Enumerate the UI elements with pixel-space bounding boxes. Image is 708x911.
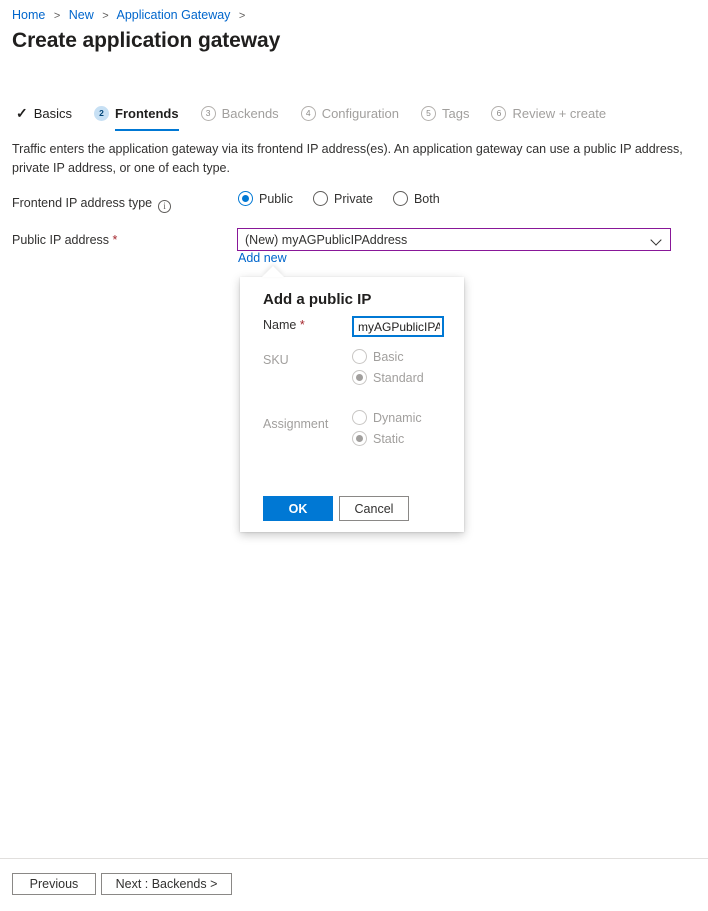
tab-label: Backends [221,105,279,121]
sku-label: SKU [263,353,289,367]
name-input[interactable] [352,316,444,337]
tab-frontends[interactable]: 2 Frontends [94,101,179,131]
page-title: Create application gateway [12,29,281,52]
radio-sku-standard: Standard [352,370,424,385]
assignment-radio-group: Dynamic Static [352,410,422,452]
previous-button[interactable]: Previous [12,873,96,895]
radio-sku-basic: Basic [352,349,424,364]
tab-label: Frontends [115,105,179,121]
tab-tags[interactable]: 5 Tags [421,101,469,127]
step-number-badge: 5 [421,105,437,121]
next-backends-button[interactable]: Next : Backends > [101,873,232,895]
radio-label: Dynamic [373,410,422,425]
radio-assignment-dynamic: Dynamic [352,410,422,425]
radio-public[interactable]: Public [238,191,293,206]
step-number-badge: 3 [200,105,216,121]
radio-dot-icon [392,191,408,206]
sku-radio-group: Basic Standard [352,349,424,391]
name-field-label-text: Name [263,318,297,332]
frontend-ip-type-label-text: Frontend IP address type [12,196,153,210]
assignment-label: Assignment [263,417,329,431]
callout-title: Add a public IP [263,291,372,308]
callout-arrow [262,266,284,277]
radio-label: Standard [373,370,424,385]
public-ip-address-label: Public IP address * [12,233,117,247]
public-ip-address-selected-value: (New) myAGPublicIPAddress [245,232,408,247]
tab-configuration[interactable]: 4 Configuration [300,101,400,127]
radio-label: Basic [373,349,404,364]
cancel-button[interactable]: Cancel [339,496,409,521]
frontend-ip-type-label: Frontend IP address type i [12,196,172,213]
radio-dot-icon [238,191,253,206]
breadcrumb-separator: > [53,10,61,22]
radio-label: Private [334,191,373,206]
radio-dot-icon [313,191,329,206]
active-tab-underline [115,129,179,131]
radio-dot-icon [352,431,367,446]
tab-label: Review + create [512,105,607,121]
tab-basics[interactable]: ✓ Basics [16,101,72,127]
breadcrumb-item-new[interactable]: New [69,8,94,22]
frontend-ip-type-radio-group: Public Private Both [238,191,460,206]
breadcrumb-item-application-gateway[interactable]: Application Gateway [116,8,230,22]
radio-label: Public [259,191,294,206]
check-icon: ✓ [16,105,28,121]
step-number-badge: 2 [94,105,110,121]
radio-both[interactable]: Both [392,191,440,206]
radio-dot-icon [352,349,367,364]
step-number-badge: 6 [491,105,507,121]
info-icon[interactable]: i [158,200,172,213]
name-field-label: Name * [263,318,305,332]
add-new-public-ip-link[interactable]: Add new [238,251,287,265]
breadcrumb-item-home[interactable]: Home [12,8,45,22]
tab-label: Configuration [321,105,400,121]
public-ip-address-label-text: Public IP address [12,233,110,247]
tab-label: Basics [33,105,73,121]
radio-dot-icon [352,370,367,385]
ok-button[interactable]: OK [263,496,333,521]
add-public-ip-callout: Add a public IP Name * SKU Basic Standar… [240,277,464,532]
radio-label: Static [373,431,405,446]
breadcrumb: Home > New > Application Gateway > [12,7,250,24]
tab-review-create[interactable]: 6 Review + create [491,101,606,127]
breadcrumb-separator: > [238,10,246,22]
radio-dot-icon [352,410,367,425]
wizard-tabs: ✓ Basics 2 Frontends 3 Backends 4 Config… [16,101,628,131]
radio-label: Both [413,191,440,206]
create-application-gateway-page: Home > New > Application Gateway > Creat… [0,0,708,911]
frontends-description: Traffic enters the application gateway v… [12,142,683,175]
footer-divider [0,858,708,859]
public-ip-address-dropdown[interactable]: (New) myAGPublicIPAddress [237,228,671,251]
breadcrumb-separator: > [102,10,109,22]
radio-assignment-static: Static [352,431,422,446]
tab-backends[interactable]: 3 Backends [200,101,279,127]
tab-label: Tags [442,105,470,121]
required-asterisk: * [299,318,305,332]
chevron-down-icon [652,235,662,245]
radio-private[interactable]: Private [313,191,373,206]
step-number-badge: 4 [300,105,316,121]
required-asterisk: * [112,233,118,247]
